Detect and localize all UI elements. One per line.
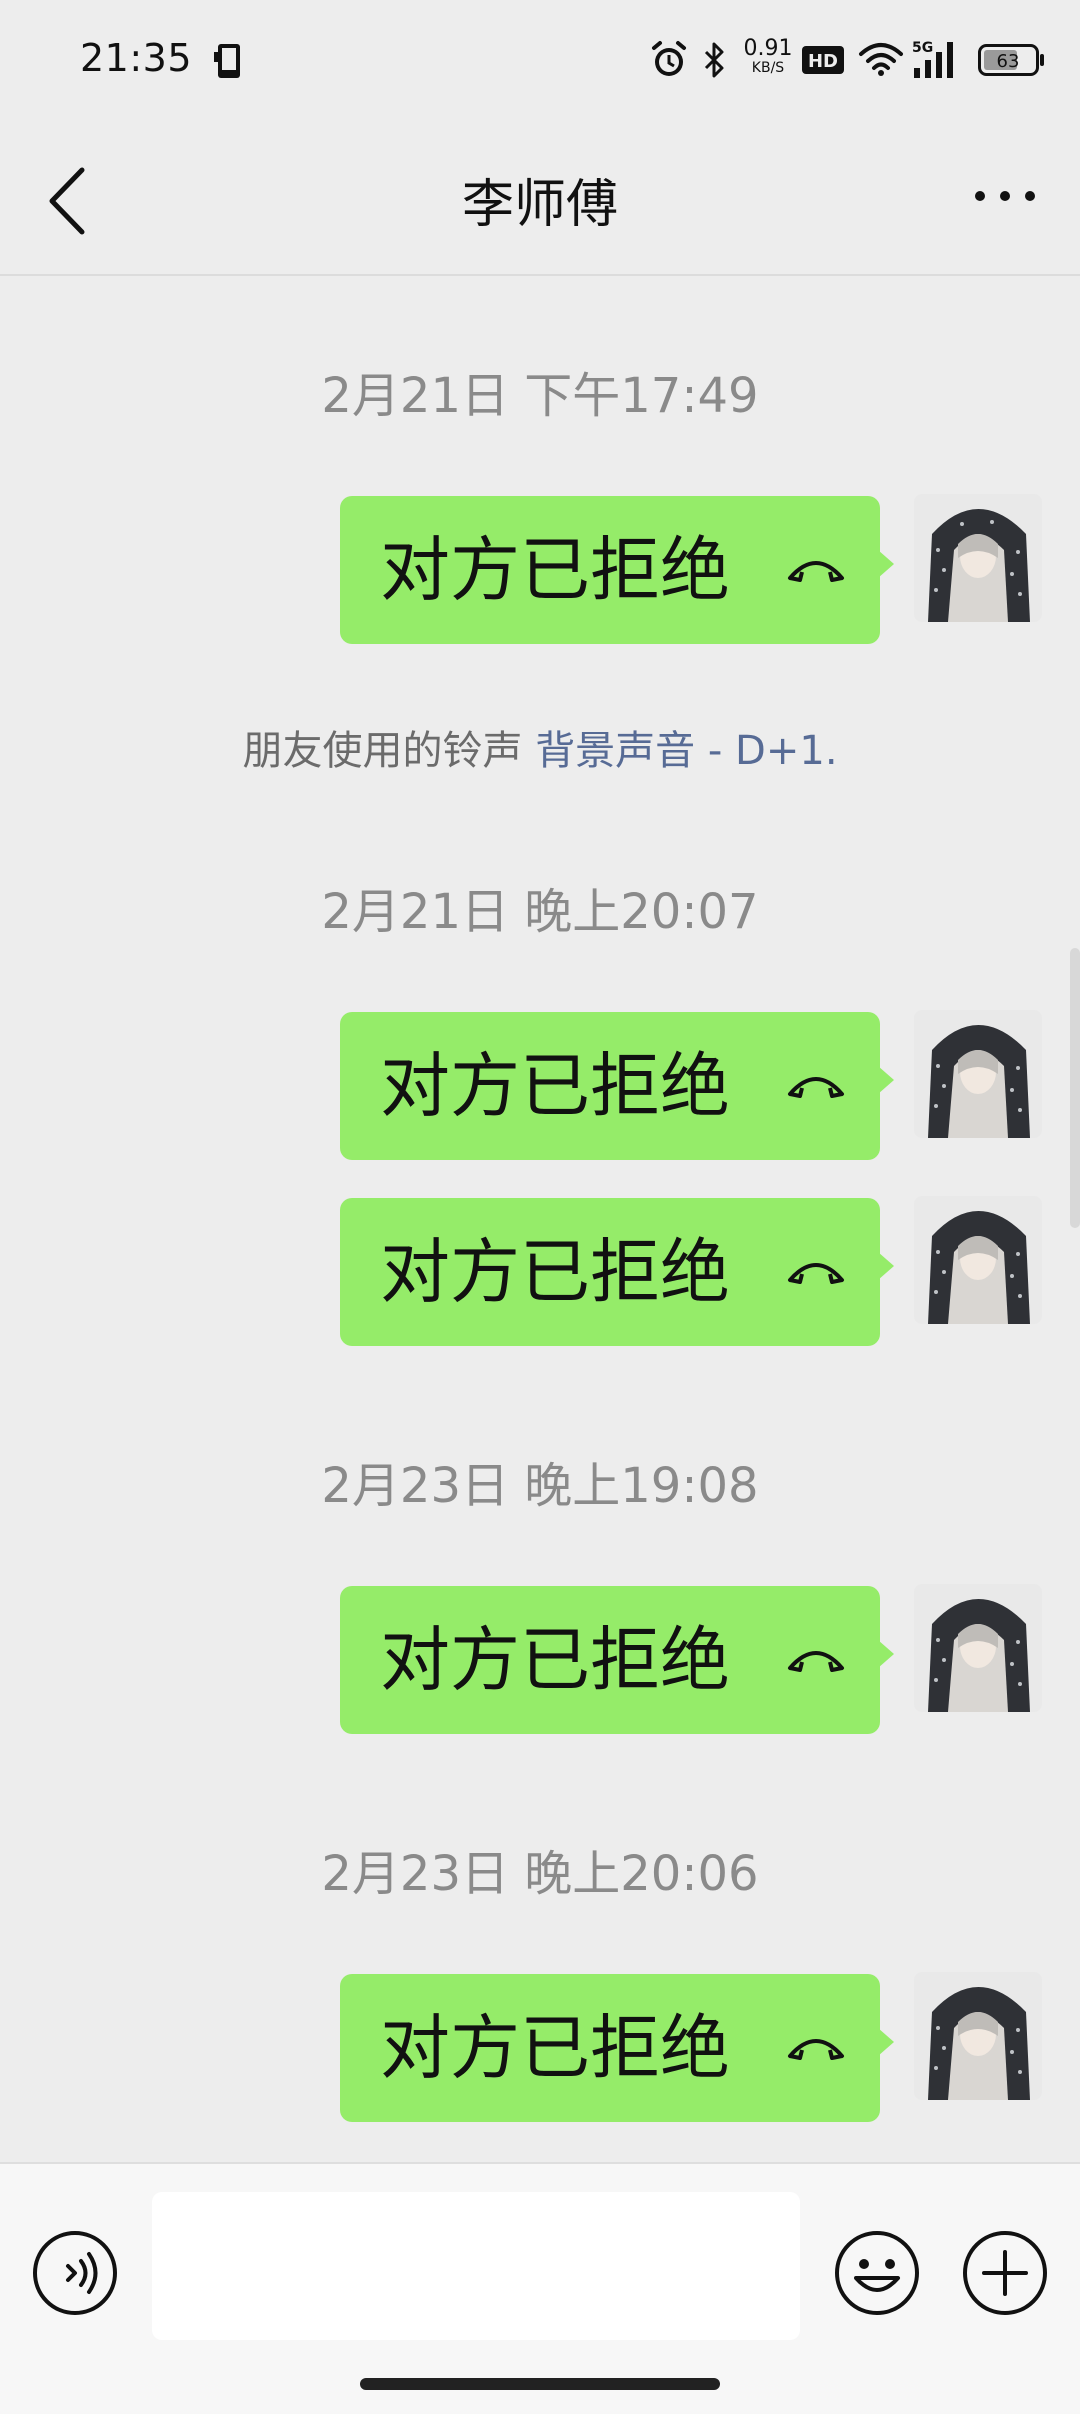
call-status-text: 对方已拒绝 [380,2007,730,2089]
avatar-image [914,494,1042,622]
status-icons: 0.91 KB/S HD 5G 63 [650,36,1050,86]
call-status-bubble[interactable]: 对方已拒绝 [340,1012,894,1160]
message-list[interactable]: 2月21日 下午17:49 对方已拒绝 朋友使用的铃声 背景声音 - D+1. … [0,276,1080,2166]
message-timestamp: 2月21日 晚上20:07 [321,884,759,940]
hang-up-icon [788,2039,844,2060]
network-speed: 0.91 KB/S [742,38,794,82]
ringtone-link[interactable]: 背景声音 - D+1. [535,728,837,774]
wifi-icon [859,43,903,76]
bluetooth-icon [704,42,724,78]
call-status-text: 对方已拒绝 [380,1045,730,1127]
more-options-icon[interactable] [970,186,1040,206]
avatar[interactable] [914,1010,1042,1138]
network-speed-value: 0.91 [743,36,793,61]
hd-icon: HD [802,46,844,74]
avatar[interactable] [914,1972,1042,2100]
status-bar: 21:35 0.91 KB/S HD 5G 63 [0,0,1080,124]
avatar[interactable] [914,494,1042,622]
network-label: 5G [912,40,933,56]
message-timestamp: 2月23日 晚上19:08 [321,1458,759,1514]
message-timestamp: 2月21日 下午17:49 [321,368,759,424]
hd-label: HD [808,51,838,72]
call-status-text: 对方已拒绝 [380,1619,730,1701]
system-message-text: 朋友使用的铃声 [242,728,523,774]
call-status-bubble[interactable]: 对方已拒绝 [340,1198,894,1346]
system-message: 朋友使用的铃声 背景声音 - D+1. [0,718,1080,776]
battery-level: 63 [997,51,1020,72]
phone-device-icon [214,44,240,78]
avatar-image [914,1584,1042,1712]
emoji-icon[interactable] [834,2230,920,2316]
cellular-signal-icon: 5G [912,40,953,78]
alarm-icon [652,41,686,76]
page-title: 李师傅 [461,175,618,235]
home-indicator[interactable] [360,2378,720,2390]
avatar[interactable] [914,1584,1042,1712]
message-input[interactable] [152,2192,800,2340]
input-bar [0,2162,1080,2414]
hang-up-icon [788,1077,844,1098]
message-timestamp: 2月23日 晚上20:06 [321,1846,759,1902]
call-status-bubble[interactable]: 对方已拒绝 [340,496,894,644]
battery-icon: 63 [978,44,1044,76]
hang-up-icon [788,561,844,582]
status-time: 21:35 [80,36,193,80]
scrollbar[interactable] [1070,948,1080,1228]
hang-up-icon [788,1651,844,1672]
hang-up-icon [788,1263,844,1284]
call-status-text: 对方已拒绝 [380,529,730,611]
call-status-bubble[interactable]: 对方已拒绝 [340,1586,894,1734]
avatar[interactable] [914,1196,1042,1324]
network-speed-unit: KB/S [751,60,785,76]
voice-input-icon[interactable] [32,2230,118,2316]
chat-header: 李师傅 [0,124,1080,276]
plus-icon[interactable] [962,2230,1048,2316]
call-status-text: 对方已拒绝 [380,1231,730,1313]
call-status-bubble[interactable]: 对方已拒绝 [340,1974,894,2122]
avatar-image [914,1010,1042,1138]
avatar-image [914,1972,1042,2100]
avatar-image [914,1196,1042,1324]
